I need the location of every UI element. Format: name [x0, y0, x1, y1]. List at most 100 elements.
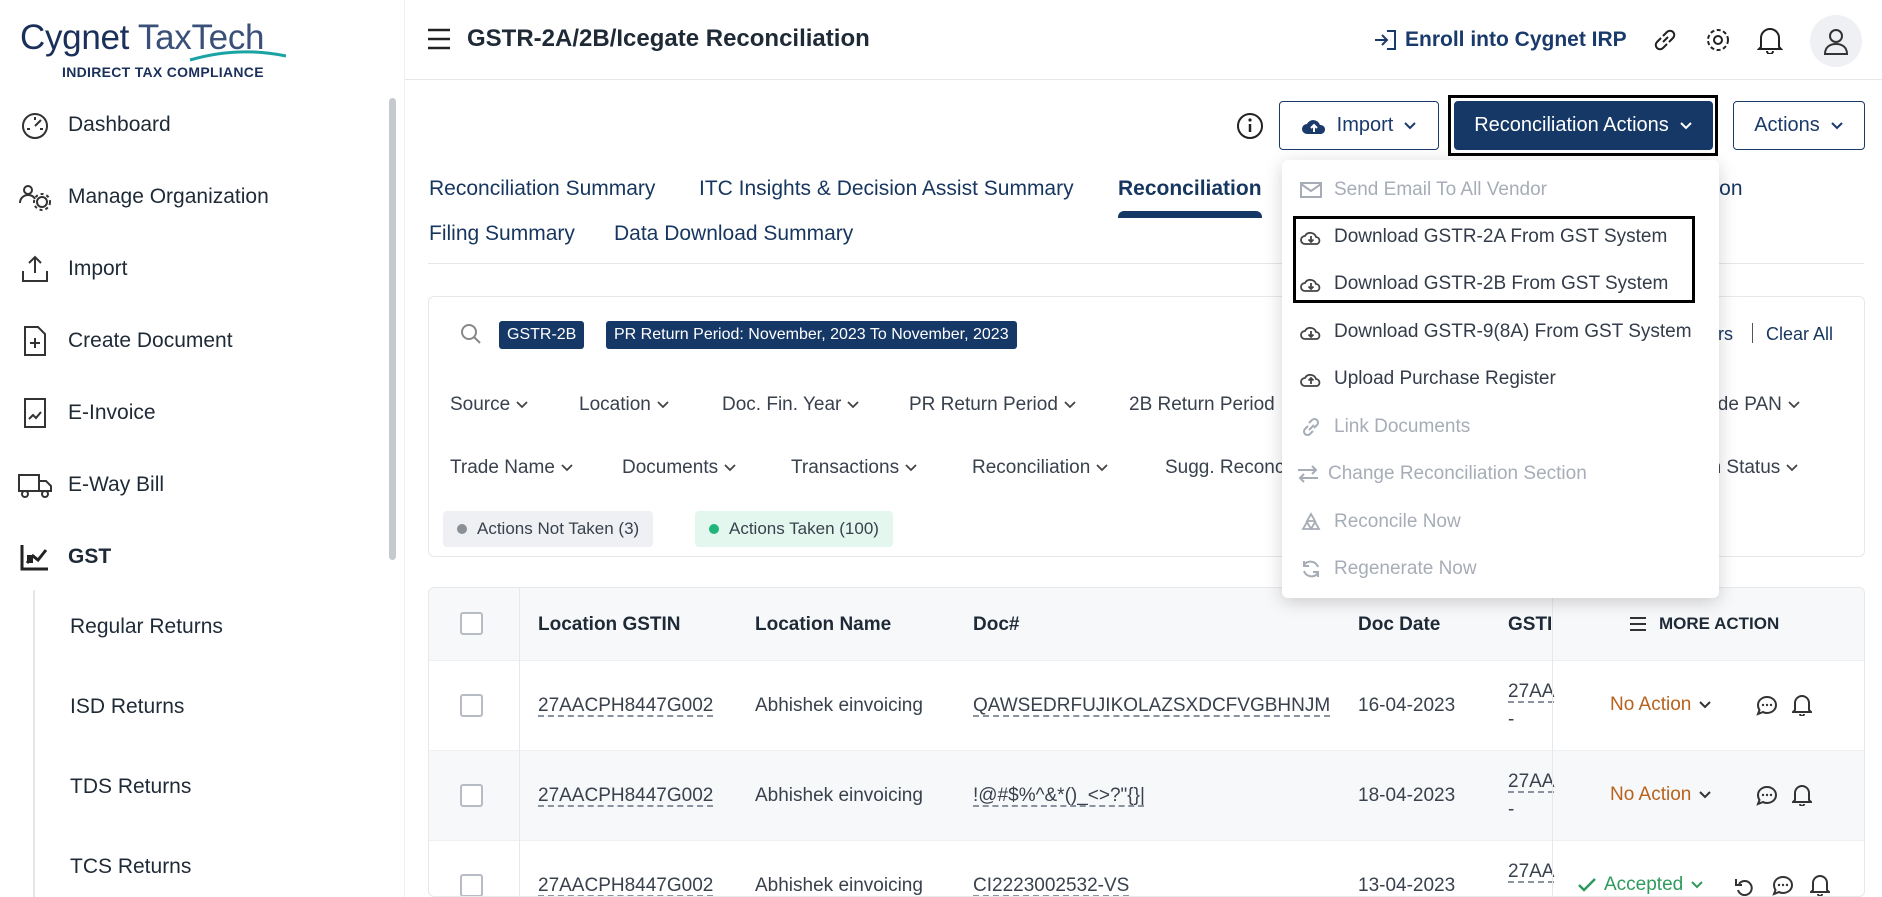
- cell-gstin-line2: -: [1508, 799, 1515, 820]
- avatar[interactable]: [1810, 15, 1862, 67]
- truck-icon: [18, 468, 52, 502]
- actions-taken-pill[interactable]: Actions Taken (100): [695, 511, 893, 547]
- cell-location-name: Abhishek einvoicing: [755, 695, 923, 716]
- menu-item-send-email[interactable]: Send Email To All Vendor: [1300, 179, 1547, 201]
- menu-item-reconcile-now[interactable]: Reconcile Now: [1300, 511, 1461, 533]
- sidebar-item-manage-organization[interactable]: Manage Organization: [18, 177, 269, 217]
- pill-label: Actions Taken (100): [729, 519, 879, 538]
- sidebar-item-e-way-bill[interactable]: E-Way Bill: [18, 465, 164, 505]
- link-icon[interactable]: [1651, 26, 1679, 54]
- cell-gstin[interactable]: 27AA: [1508, 861, 1554, 883]
- filter-sugg-reconciliation[interactable]: Sugg. Reconc: [1165, 457, 1284, 479]
- cell-location-gstin[interactable]: 27AACPH8447G002: [538, 785, 713, 807]
- link-icon: [1302, 417, 1320, 437]
- row-action-dropdown[interactable]: No Action: [1610, 784, 1712, 806]
- cell-gstin[interactable]: 27AA: [1508, 681, 1554, 703]
- gear-icon[interactable]: [1704, 26, 1732, 54]
- row-checkbox[interactable]: [460, 784, 483, 807]
- clear-all-link[interactable]: Clear All: [1766, 324, 1833, 345]
- row-checkbox[interactable]: [460, 874, 483, 896]
- chevron-down-icon: [1691, 881, 1703, 889]
- cell-gstin-line2: -: [1508, 709, 1515, 730]
- filter-location[interactable]: Location: [579, 394, 669, 416]
- comment-icon[interactable]: [1772, 875, 1794, 897]
- filter-chip-source[interactable]: GSTR-2B: [499, 321, 585, 349]
- comment-icon[interactable]: [1756, 695, 1778, 717]
- highlight-box: [1293, 216, 1695, 303]
- enroll-irp-link[interactable]: Enroll into Cygnet IRP: [1373, 28, 1627, 52]
- bell-icon[interactable]: [1792, 784, 1812, 806]
- sidebar-item-create-document[interactable]: Create Document: [18, 321, 233, 361]
- filter-source[interactable]: Source: [450, 394, 528, 416]
- sidebar-item-dashboard[interactable]: Dashboard: [18, 105, 171, 145]
- sidebar-subitem-regular-returns[interactable]: Regular Returns: [70, 615, 223, 639]
- undo-icon[interactable]: [1734, 875, 1756, 897]
- column-header-doc-number[interactable]: Doc#: [973, 614, 1019, 636]
- more-action-header[interactable]: MORE ACTION: [1629, 614, 1779, 634]
- cell-location-name: Abhishek einvoicing: [755, 785, 923, 806]
- import-icon: [18, 252, 52, 286]
- actions-button[interactable]: Actions: [1733, 101, 1865, 150]
- sidebar-item-label: Manage Organization: [68, 185, 269, 208]
- filter-transactions[interactable]: Transactions: [791, 457, 917, 479]
- filter-2b-return-period[interactable]: 2B Return Period: [1129, 394, 1275, 416]
- column-header-gstin-truncated[interactable]: GSTI: [1508, 614, 1552, 636]
- filter-doc-fin-year[interactable]: Doc. Fin. Year: [722, 394, 859, 416]
- cell-location-gstin[interactable]: 27AACPH8447G002: [538, 875, 713, 896]
- filter-pr-return-period[interactable]: PR Return Period: [909, 394, 1076, 416]
- row-action-dropdown[interactable]: Accepted: [1578, 874, 1703, 896]
- sidebar-item-e-invoice[interactable]: E-Invoice: [18, 393, 156, 433]
- menu-item-change-reconciliation-section[interactable]: Change Reconciliation Section: [1296, 463, 1587, 485]
- comment-icon[interactable]: [1756, 785, 1778, 807]
- column-header-doc-date[interactable]: Doc Date: [1358, 614, 1440, 636]
- menu-icon[interactable]: [427, 28, 451, 50]
- action-status: Accepted: [1604, 874, 1684, 895]
- bell-icon[interactable]: [1757, 26, 1783, 54]
- sidebar-subitem-tds-returns[interactable]: TDS Returns: [70, 775, 191, 799]
- info-icon[interactable]: [1236, 112, 1264, 140]
- mail-icon: [1300, 182, 1322, 198]
- bell-icon[interactable]: [1792, 694, 1812, 716]
- sidebar-scrollbar[interactable]: [389, 98, 396, 560]
- tab-reconciliation[interactable]: Reconciliation: [1118, 177, 1262, 201]
- tab-data-download-summary[interactable]: Data Download Summary: [614, 222, 853, 246]
- manage-org-icon: [18, 180, 52, 214]
- cell-doc-number[interactable]: !@#$%^&*()_<>?"{}|: [973, 785, 1145, 807]
- cell-location-gstin[interactable]: 27AACPH8447G002: [538, 695, 713, 717]
- check-icon: [1578, 878, 1596, 892]
- cell-doc-number[interactable]: CI2223002532-VS: [973, 875, 1129, 896]
- sidebar-item-gst[interactable]: GST: [18, 537, 111, 577]
- menu-item-upload-purchase-register[interactable]: Upload Purchase Register: [1300, 368, 1556, 390]
- bell-icon[interactable]: [1810, 874, 1830, 896]
- select-all-checkbox[interactable]: [460, 612, 483, 635]
- filter-chip-period[interactable]: PR Return Period: November, 2023 To Nove…: [606, 321, 1017, 349]
- import-button-label: Import: [1336, 114, 1394, 136]
- import-button[interactable]: Import: [1279, 101, 1439, 150]
- column-header-location-gstin[interactable]: Location GSTIN: [538, 614, 681, 636]
- actions-not-taken-pill[interactable]: Actions Not Taken (3): [443, 511, 654, 547]
- tab-itc-insights[interactable]: ITC Insights & Decision Assist Summary: [699, 177, 1074, 201]
- chevron-down-icon: [1699, 701, 1712, 709]
- row-checkbox[interactable]: [460, 694, 483, 717]
- menu-item-label: Send Email To All Vendor: [1334, 179, 1548, 200]
- enroll-irp-label: Enroll into Cygnet IRP: [1405, 28, 1627, 51]
- tab-filing-summary[interactable]: Filing Summary: [429, 222, 575, 246]
- tab-reconciliation-summary[interactable]: Reconciliation Summary: [429, 177, 655, 201]
- filter-documents[interactable]: Documents: [622, 457, 736, 479]
- menu-item-link-documents[interactable]: Link Documents: [1300, 416, 1470, 438]
- cell-doc-number[interactable]: QAWSEDRFUJIKOLAZSXDCFVGBHNJM: [973, 695, 1330, 717]
- search-icon[interactable]: [459, 322, 483, 346]
- row-action-dropdown[interactable]: No Action: [1610, 694, 1712, 716]
- column-header-location-name[interactable]: Location Name: [755, 614, 891, 636]
- gst-icon: [18, 540, 52, 574]
- cell-gstin[interactable]: 27AA: [1508, 771, 1554, 793]
- menu-item-regenerate-now[interactable]: Regenerate Now: [1300, 558, 1477, 580]
- sidebar-subitem-tcs-returns[interactable]: TCS Returns: [70, 855, 191, 879]
- sidebar-subitem-isd-returns[interactable]: ISD Returns: [70, 695, 184, 719]
- filter-reconciliation[interactable]: Reconciliation: [972, 457, 1108, 479]
- filter-trade-name[interactable]: Trade Name: [450, 457, 573, 479]
- more-action-column: [1552, 588, 1864, 896]
- brand-logo[interactable]: Cygnet TaxTech INDIRECT TAX COMPLIANCE: [20, 18, 287, 80]
- menu-item-download-gstr-9[interactable]: Download GSTR-9(8A) From GST System: [1300, 321, 1692, 343]
- sidebar-item-import[interactable]: Import: [18, 249, 128, 289]
